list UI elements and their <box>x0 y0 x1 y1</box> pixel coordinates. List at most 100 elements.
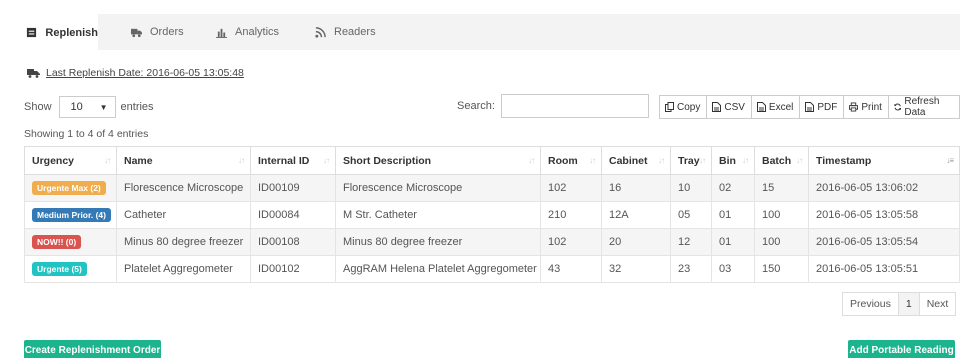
sort-icon: ↓↑ <box>699 156 706 165</box>
description-cell: M Str. Catheter <box>335 201 541 229</box>
export-buttons: Copy CSV Excel PDF Print Refresh Data <box>659 95 960 119</box>
copy-label: Copy <box>677 101 701 113</box>
bin-cell: 01 <box>711 201 755 229</box>
csv-button[interactable]: CSV <box>706 95 752 119</box>
truck-icon <box>27 69 40 78</box>
entries-select[interactable]: 10 ▼ <box>58 96 116 118</box>
column-header-batch[interactable]: Batch ↓↑ <box>754 146 809 175</box>
column-header-urgency[interactable]: Urgency ↓↑ <box>24 146 117 175</box>
header-label: Timestamp <box>816 154 872 167</box>
column-header-cabinet[interactable]: Cabinet ↓↑ <box>601 146 671 175</box>
sort-desc-icon: ↓≡ <box>946 156 954 165</box>
show-label: Show <box>24 101 52 113</box>
excel-button[interactable]: Excel <box>750 95 801 119</box>
internal-id-cell: ID00109 <box>250 174 336 202</box>
sort-icon: ↓↑ <box>528 156 535 165</box>
column-header-short-description[interactable]: Short Description ↓↑ <box>335 146 541 175</box>
table-row[interactable]: NOW!! (0) Minus 80 degree freezer ID0010… <box>24 228 960 256</box>
timestamp-cell: 2016-06-05 13:05:54 <box>808 228 960 256</box>
sort-icon: ↓↑ <box>658 156 665 165</box>
search-box: Search: <box>457 94 649 118</box>
tab-analytics[interactable]: Analytics <box>215 14 279 50</box>
room-cell: 210 <box>540 201 602 229</box>
tab-label: Readers <box>334 26 376 38</box>
tab-replenish[interactable]: Replenish <box>12 14 98 51</box>
description-cell: AggRAM Helena Platelet Aggregometer <box>335 255 541 283</box>
print-label: Print <box>861 101 882 113</box>
column-header-bin[interactable]: Bin ↓↑ <box>711 146 755 175</box>
tab-label: Orders <box>150 26 184 38</box>
sort-icon: ↓↑ <box>104 156 111 165</box>
header-label: Urgency <box>32 154 75 167</box>
batch-cell: 100 <box>754 201 809 229</box>
column-header-tray[interactable]: Tray ↓↑ <box>670 146 712 175</box>
table-row[interactable]: Urgente Max (2) Florescence Microscope I… <box>24 174 960 202</box>
header-label: Name <box>124 154 153 167</box>
bin-cell: 02 <box>711 174 755 202</box>
column-header-timestamp[interactable]: Timestamp ↓≡ <box>808 146 960 175</box>
pagination: Previous 1 Next <box>842 292 957 316</box>
tab-label: Analytics <box>235 26 280 38</box>
header-label: Batch <box>762 154 792 167</box>
entries-label: entries <box>120 101 154 113</box>
entries-value: 10 <box>70 101 83 113</box>
refresh-data-button[interactable]: Refresh Data <box>887 95 960 119</box>
urgency-cell: NOW!! (0) <box>24 228 117 256</box>
excel-label: Excel <box>768 101 794 113</box>
name-cell: Minus 80 degree freezer <box>116 228 251 256</box>
tab-readers[interactable]: Readers <box>314 14 376 50</box>
search-input[interactable] <box>500 94 649 118</box>
last-replenish-link[interactable]: Last Replenish Date: 2016-06-05 13:05:48 <box>46 67 244 79</box>
cabinet-cell: 16 <box>601 174 671 202</box>
header-label: Tray <box>678 154 700 167</box>
file-icon <box>712 102 722 112</box>
tab-orders[interactable]: Orders <box>130 14 184 50</box>
clipboard-icon <box>26 27 37 39</box>
tray-cell: 12 <box>670 228 712 256</box>
tab-bar: Replenish Orders Analytics Readers <box>12 14 960 51</box>
table-row[interactable]: Urgente (5) Platelet Aggregometer ID0010… <box>24 255 960 283</box>
refresh-data-label: Refresh Data <box>904 96 940 118</box>
next-page-button[interactable]: Next <box>918 292 957 316</box>
bin-cell: 01 <box>711 228 755 256</box>
urgency-badge: Urgente Max (2) <box>32 181 106 195</box>
pdf-button[interactable]: PDF <box>799 95 845 119</box>
header-label: Bin <box>719 154 736 167</box>
add-portable-reading-button[interactable]: Add Portable Reading <box>848 340 955 358</box>
column-header-room[interactable]: Room ↓↑ <box>540 146 602 175</box>
room-cell: 102 <box>540 228 602 256</box>
previous-page-button[interactable]: Previous <box>842 292 899 316</box>
internal-id-cell: ID00102 <box>250 255 336 283</box>
cabinet-cell: 32 <box>601 255 671 283</box>
tray-cell: 23 <box>670 255 712 283</box>
cabinet-cell: 20 <box>601 228 671 256</box>
tab-label: Replenish <box>45 26 98 39</box>
file-icon <box>805 102 815 112</box>
urgency-badge: Medium Prior. (4) <box>32 208 111 222</box>
sort-icon: ↓↑ <box>238 156 245 165</box>
replenish-table: Urgency ↓↑ Name ↓↑ Internal ID ↓↑ Short Des… <box>24 146 960 283</box>
copy-icon <box>665 102 674 112</box>
cabinet-cell: 12A <box>601 201 671 229</box>
header-label: Internal ID <box>258 154 310 167</box>
file-icon <box>756 102 766 112</box>
table-row[interactable]: Medium Prior. (4) Catheter ID00084 M Str… <box>24 201 960 229</box>
header-label: Short Description <box>343 154 432 167</box>
search-label: Search: <box>457 100 495 112</box>
print-button[interactable]: Print <box>843 95 889 119</box>
column-header-internal-id[interactable]: Internal ID ↓↑ <box>250 146 336 175</box>
table-info: Showing 1 to 4 of 4 entries <box>24 128 149 140</box>
entries-length: Show 10 ▼ entries <box>24 96 154 118</box>
page-1-button[interactable]: 1 <box>897 292 920 316</box>
timestamp-cell: 2016-06-05 13:06:02 <box>808 174 960 202</box>
rss-icon <box>314 26 326 38</box>
urgency-badge: Urgente (5) <box>32 262 87 276</box>
urgency-cell: Urgente (5) <box>24 255 117 283</box>
urgency-cell: Urgente Max (2) <box>24 174 117 202</box>
create-replenishment-order-button[interactable]: Create Replenishment Order <box>24 340 161 358</box>
timestamp-cell: 2016-06-05 13:05:51 <box>808 255 960 283</box>
sort-icon: ↓↑ <box>796 156 803 165</box>
copy-button[interactable]: Copy <box>659 95 708 119</box>
column-header-name[interactable]: Name ↓↑ <box>116 146 251 175</box>
pdf-label: PDF <box>817 101 838 113</box>
